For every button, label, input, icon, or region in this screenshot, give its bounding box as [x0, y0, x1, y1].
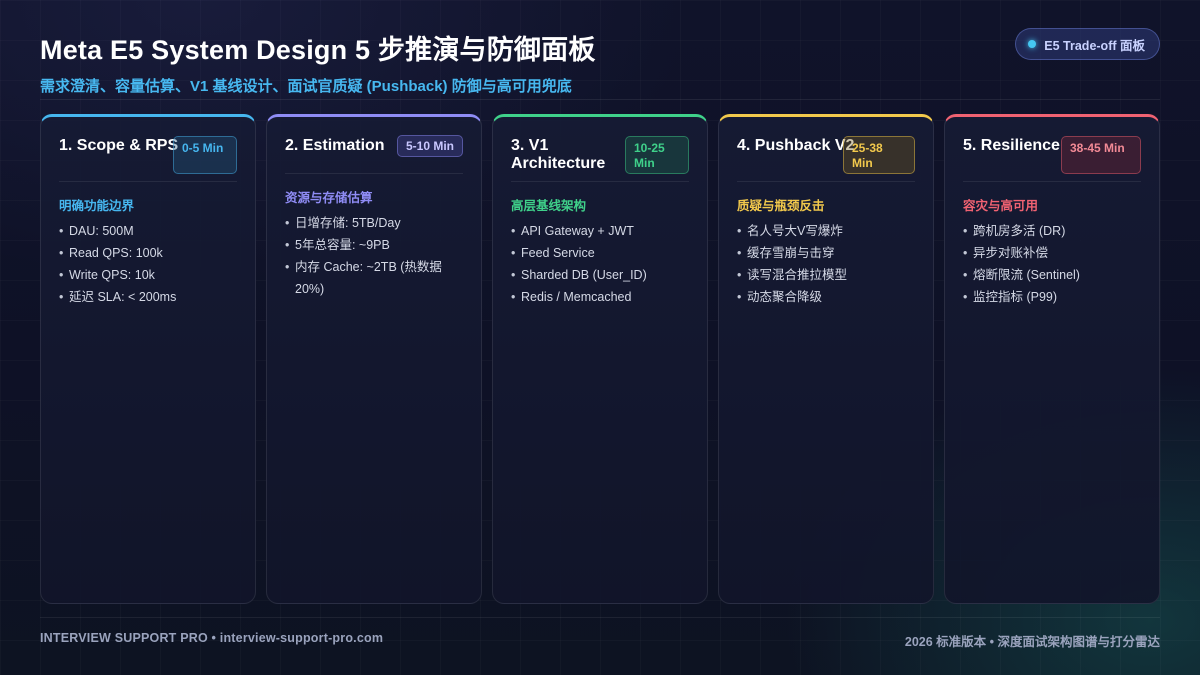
- list-item: Feed Service: [511, 242, 689, 264]
- section-title: 明确功能边界: [59, 199, 135, 213]
- list-item: Read QPS: 100k: [59, 242, 237, 264]
- time-badge: 25-38 Min: [843, 136, 915, 174]
- badge-label: E5 Trade-off 面板: [1044, 38, 1145, 53]
- card-title: 5. Resilience: [963, 137, 1060, 154]
- card-divider: [59, 181, 237, 182]
- list-item: 跨机房多活 (DR): [963, 220, 1141, 242]
- list-item: Write QPS: 10k: [59, 264, 237, 286]
- card-divider: [737, 181, 915, 182]
- list-item: 异步对账补偿: [963, 242, 1141, 264]
- list-item: 监控指标 (P99): [963, 286, 1141, 308]
- footer-version: 2026 标准版本 • 深度面试架构图谱与打分雷达: [904, 635, 1160, 649]
- step-card-resilience: 5. Resilience 38-45 Min 容灾与高可用 跨机房多活 (DR…: [944, 114, 1160, 604]
- section-title: 资源与存储估算: [285, 191, 373, 205]
- list-item: 读写混合推拉模型: [737, 264, 915, 286]
- list-item: 熔断限流 (Sentinel): [963, 264, 1141, 286]
- item-list: DAU: 500M Read QPS: 100k Write QPS: 10k …: [59, 220, 237, 308]
- list-item: DAU: 500M: [59, 220, 237, 242]
- time-badge: 0-5 Min: [173, 136, 237, 174]
- tradeoff-badge: E5 Trade-off 面板: [1015, 28, 1160, 60]
- step-card-architecture: 3. V1 Architecture 10-25 Min 高层基线架构 API …: [492, 114, 708, 604]
- card-header: 3. V1 Architecture 10-25 Min: [511, 135, 689, 181]
- header: Meta E5 System Design 5 步推演与防御面板 需求澄清、容量…: [40, 28, 1160, 100]
- card-header: 1. Scope & RPS 0-5 Min: [59, 135, 237, 181]
- footer-divider: [40, 617, 1160, 618]
- card-divider: [511, 181, 689, 182]
- card-title: 1. Scope & RPS: [59, 137, 179, 154]
- step-card-estimation: 2. Estimation 5-10 Min 资源与存储估算 日增存储: 5TB…: [266, 114, 482, 604]
- footer-brand: INTERVIEW SUPPORT PRO • interview-suppor…: [40, 631, 384, 645]
- card-title: 3. V1 Architecture: [511, 137, 606, 172]
- section-title: 质疑与瓶颈反击: [737, 199, 825, 213]
- page-subtitle: 需求澄清、容量估算、V1 基线设计、面试官质疑 (Pushback) 防御与高可…: [40, 78, 572, 95]
- list-item: 日增存储: 5TB/Day: [285, 212, 463, 234]
- list-item: 动态聚合降级: [737, 286, 915, 308]
- card-divider: [285, 173, 463, 174]
- time-badge: 10-25 Min: [625, 136, 689, 174]
- page-title: Meta E5 System Design 5 步推演与防御面板: [40, 35, 596, 65]
- item-list: 名人号大V写爆炸 缓存雪崩与击穿 读写混合推拉模型 动态聚合降级: [737, 220, 915, 308]
- item-list: API Gateway + JWT Feed Service Sharded D…: [511, 220, 689, 308]
- page: Meta E5 System Design 5 步推演与防御面板 需求澄清、容量…: [0, 0, 1200, 675]
- list-item: 内存 Cache: ~2TB (热数据 20%): [285, 256, 463, 300]
- list-item: Redis / Memcached: [511, 286, 689, 308]
- list-item: 名人号大V写爆炸: [737, 220, 915, 242]
- time-badge: 5-10 Min: [396, 135, 463, 157]
- section-title: 容灾与高可用: [963, 199, 1039, 213]
- list-item: Sharded DB (User_ID): [511, 264, 689, 286]
- list-item: 缓存雪崩与击穿: [737, 242, 915, 264]
- card-header: 5. Resilience 38-45 Min: [963, 135, 1141, 181]
- header-divider: [40, 99, 1160, 100]
- status-dot-icon: [1028, 40, 1037, 48]
- item-list: 日增存储: 5TB/Day 5年总容量: ~9PB 内存 Cache: ~2TB…: [285, 212, 463, 300]
- step-cards: 1. Scope & RPS 0-5 Min 明确功能边界 DAU: 500M …: [40, 114, 1160, 604]
- card-divider: [963, 181, 1141, 182]
- step-card-scope: 1. Scope & RPS 0-5 Min 明确功能边界 DAU: 500M …: [40, 114, 256, 604]
- time-badge: 38-45 Min: [1061, 136, 1141, 174]
- section-title: 高层基线架构: [511, 199, 587, 213]
- item-list: 跨机房多活 (DR) 异步对账补偿 熔断限流 (Sentinel) 监控指标 (…: [963, 220, 1141, 308]
- list-item: 延迟 SLA: < 200ms: [59, 286, 237, 308]
- list-item: API Gateway + JWT: [511, 220, 689, 242]
- card-header: 2. Estimation 5-10 Min: [285, 135, 463, 173]
- card-header: 4. Pushback V2 25-38 Min: [737, 135, 915, 181]
- step-card-pushback: 4. Pushback V2 25-38 Min 质疑与瓶颈反击 名人号大V写爆…: [718, 114, 934, 604]
- list-item: 5年总容量: ~9PB: [285, 234, 463, 256]
